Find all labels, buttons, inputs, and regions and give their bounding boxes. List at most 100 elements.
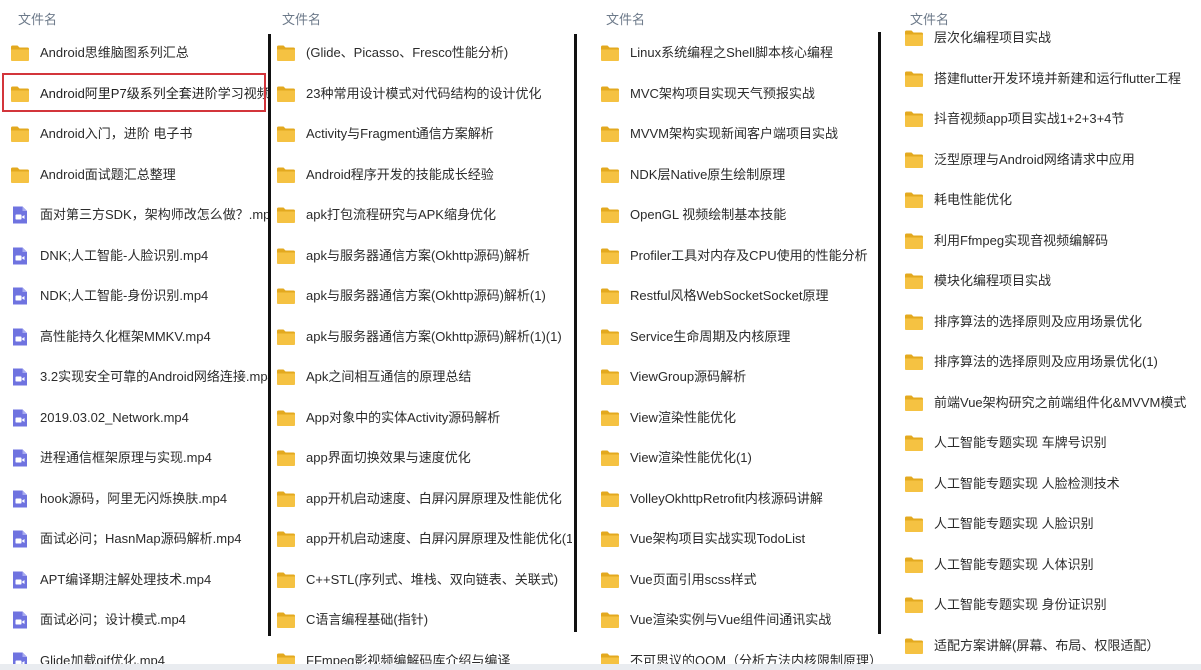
folder-item[interactable]: Profiler工具对内存及CPU使用的性能分析 — [600, 236, 876, 277]
item-name: Service生命周期及内核原理 — [630, 328, 791, 344]
file-list: Linux系统编程之Shell脚本核心编程 MVC架构项目实现天气预报实战 MVVM… — [600, 33, 876, 670]
file-item[interactable]: 高性能持久化框架MMKV.mp4 — [10, 317, 268, 358]
folder-item[interactable]: MVC架构项目实现天气预报实战 — [600, 74, 876, 115]
item-name: 人工智能专题实现 人脸检测技术 — [934, 475, 1120, 491]
folder-item[interactable]: Linux系统编程之Shell脚本核心编程 — [600, 33, 876, 74]
folder-item[interactable]: 人工智能专题实现 身份证识别 — [904, 585, 1201, 626]
folder-item[interactable]: Android思维脑图系列汇总 — [10, 33, 268, 74]
folder-item[interactable]: Activity与Fragment通信方案解析 — [276, 114, 572, 155]
file-list-collage: 文件名 Android思维脑图系列汇总 Android阿里P7级系列全套进阶学习视频… — [0, 0, 1201, 670]
folder-item[interactable]: Android入门，进阶 电子书 — [10, 114, 268, 155]
folder-item[interactable]: MVVM架构实现新闻客户端项目实战 — [600, 114, 876, 155]
folder-item[interactable]: 排序算法的选择原则及应用场景优化(1) — [904, 342, 1201, 383]
folder-item[interactable]: App对象中的实体Activity源码解析 — [276, 398, 572, 439]
folder-item[interactable]: Android程序开发的技能成长经验 — [276, 155, 572, 196]
folder-icon — [904, 475, 924, 493]
folder-item[interactable]: 耗电性能优化 — [904, 180, 1201, 221]
folder-icon — [276, 44, 296, 62]
item-name: Android程序开发的技能成长经验 — [306, 166, 494, 182]
folder-item[interactable]: C++STL(序列式、堆栈、双向链表、关联式) — [276, 560, 572, 601]
folder-icon — [276, 206, 296, 224]
folder-icon — [276, 409, 296, 427]
file-item[interactable]: hook源码，阿里无闪烁换肤.mp4 — [10, 479, 268, 520]
file-item[interactable]: 面试必问；设计模式.mp4 — [10, 600, 268, 641]
file-item[interactable]: 3.2实现安全可靠的Android网络连接.mp4 — [10, 357, 268, 398]
folder-item[interactable]: NDK层Native原生绘制原理 — [600, 155, 876, 196]
item-name: 面试必问；HasnMap源码解析.mp4 — [40, 531, 242, 546]
file-item[interactable]: APT编译期注解处理技术.mp4 — [10, 560, 268, 601]
folder-item[interactable]: 人工智能专题实现 车牌号识别 — [904, 423, 1201, 464]
video-file-icon — [10, 449, 30, 467]
folder-item[interactable]: Android面试题汇总整理 — [10, 155, 268, 196]
folder-icon — [904, 353, 924, 371]
folder-item[interactable]: C语言编程基础(指针) — [276, 600, 572, 641]
folder-item[interactable]: 23种常用设计模式对代码结构的设计优化 — [276, 74, 572, 115]
folder-item[interactable]: Vue架构项目实战实现TodoList — [600, 519, 876, 560]
file-item[interactable]: 面对第三方SDK，架构师改怎么做？.mp4 — [10, 195, 268, 236]
item-name: Android面试题汇总整理 — [40, 166, 176, 182]
column-header-filename[interactable]: 文件名 — [18, 9, 57, 28]
item-name: Vue架构项目实战实现TodoList — [630, 531, 806, 546]
folder-item[interactable]: OpenGL 视频绘制基本技能 — [600, 195, 876, 236]
file-item[interactable]: 进程通信框架原理与实现.mp4 — [10, 438, 268, 479]
folder-item[interactable]: apk与服务器通信方案(Okhttp源码)解析(1)(1) — [276, 317, 572, 358]
folder-icon — [276, 287, 296, 305]
item-name: 抖音视频app项目实战1+2+3+4节 — [934, 111, 1125, 126]
folder-item[interactable]: View渲染性能优化 — [600, 398, 876, 439]
folder-item[interactable]: Vue渲染实例与Vue组件间通讯实战 — [600, 600, 876, 641]
folder-item[interactable]: app开机启动速度、白屏闪屏原理及性能优化(1) — [276, 519, 572, 560]
folder-item[interactable]: 人工智能专题实现 人脸识别 — [904, 504, 1201, 545]
folder-item[interactable]: Apk之间相互通信的原理总结 — [276, 357, 572, 398]
column-header-filename[interactable]: 文件名 — [606, 9, 645, 28]
folder-item[interactable]: 利用Ffmpeg实现音视频编解码 — [904, 221, 1201, 262]
folder-item[interactable]: 前端Vue架构研究之前端组件化&MVVM模式 — [904, 383, 1201, 424]
folder-icon — [904, 151, 924, 169]
item-name: 人工智能专题实现 人体识别 — [934, 556, 1094, 572]
folder-item[interactable]: app开机启动速度、白屏闪屏原理及性能优化 — [276, 479, 572, 520]
folder-item[interactable]: apk打包流程研究与APK缩身优化 — [276, 195, 572, 236]
folder-item[interactable]: Android阿里P7级系列全套进阶学习视频 — [10, 74, 268, 115]
item-name: 面对第三方SDK，架构师改怎么做？.mp4 — [40, 207, 268, 222]
folder-item[interactable]: 抖音视频app项目实战1+2+3+4节 — [904, 99, 1201, 140]
folder-item[interactable]: apk与服务器通信方案(Okhttp源码)解析 — [276, 236, 572, 277]
folder-item[interactable]: 层次化编程项目实战 — [904, 18, 1201, 59]
item-name: Restful风格WebSocketSocket原理 — [630, 288, 829, 303]
item-name: View渲染性能优化 — [630, 409, 736, 425]
folder-item[interactable]: 泛型原理与Android网络请求中应用 — [904, 140, 1201, 181]
folder-item[interactable]: 人工智能专题实现 人体识别 — [904, 545, 1201, 586]
folder-item[interactable]: ViewGroup源码解析 — [600, 357, 876, 398]
folder-item[interactable]: Vue页面引用scss样式 — [600, 560, 876, 601]
item-name: apk打包流程研究与APK缩身优化 — [306, 207, 496, 222]
folder-icon — [276, 571, 296, 589]
column-divider — [878, 32, 881, 634]
folder-item[interactable]: 人工智能专题实现 人脸检测技术 — [904, 464, 1201, 505]
item-name: 进程通信框架原理与实现.mp4 — [40, 450, 212, 465]
folder-item[interactable]: apk与服务器通信方案(Okhttp源码)解析(1) — [276, 276, 572, 317]
folder-item[interactable]: 搭建flutter开发环境并新建和运行flutter工程 — [904, 59, 1201, 100]
folder-icon — [904, 110, 924, 128]
file-item[interactable]: 2019.03.02_Network.mp4 — [10, 398, 268, 439]
folder-item[interactable]: 模块化编程项目实战 — [904, 261, 1201, 302]
folder-icon — [10, 85, 30, 103]
folder-icon — [904, 70, 924, 88]
item-name: app界面切换效果与速度优化 — [306, 450, 471, 465]
folder-icon — [10, 44, 30, 62]
folder-item[interactable]: View渲染性能优化(1) — [600, 438, 876, 479]
file-item[interactable]: NDK;人工智能-身份识别.mp4 — [10, 276, 268, 317]
video-file-icon — [10, 571, 30, 589]
item-name: 面试必问；设计模式.mp4 — [40, 612, 186, 627]
folder-item[interactable]: 适配方案讲解(屏幕、布局、权限适配） — [904, 626, 1201, 667]
file-item[interactable]: DNK;人工智能-人脸识别.mp4 — [10, 236, 268, 277]
folder-item[interactable]: VolleyOkhttpRetrofit内核源码讲解 — [600, 479, 876, 520]
file-list: (Glide、Picasso、Fresco性能分析) 23种常用设计模式对代码结构… — [276, 33, 572, 670]
file-item[interactable]: 面试必问；HasnMap源码解析.mp4 — [10, 519, 268, 560]
folder-item[interactable]: Restful风格WebSocketSocket原理 — [600, 276, 876, 317]
folder-item[interactable]: app界面切换效果与速度优化 — [276, 438, 572, 479]
folder-item[interactable]: (Glide、Picasso、Fresco性能分析) — [276, 33, 572, 74]
item-name: apk与服务器通信方案(Okhttp源码)解析 — [306, 247, 530, 263]
folder-item[interactable]: 排序算法的选择原则及应用场景优化 — [904, 302, 1201, 343]
folder-item[interactable]: Service生命周期及内核原理 — [600, 317, 876, 358]
column-header-filename[interactable]: 文件名 — [282, 9, 321, 28]
folder-icon — [904, 191, 924, 209]
folder-icon — [600, 247, 620, 265]
